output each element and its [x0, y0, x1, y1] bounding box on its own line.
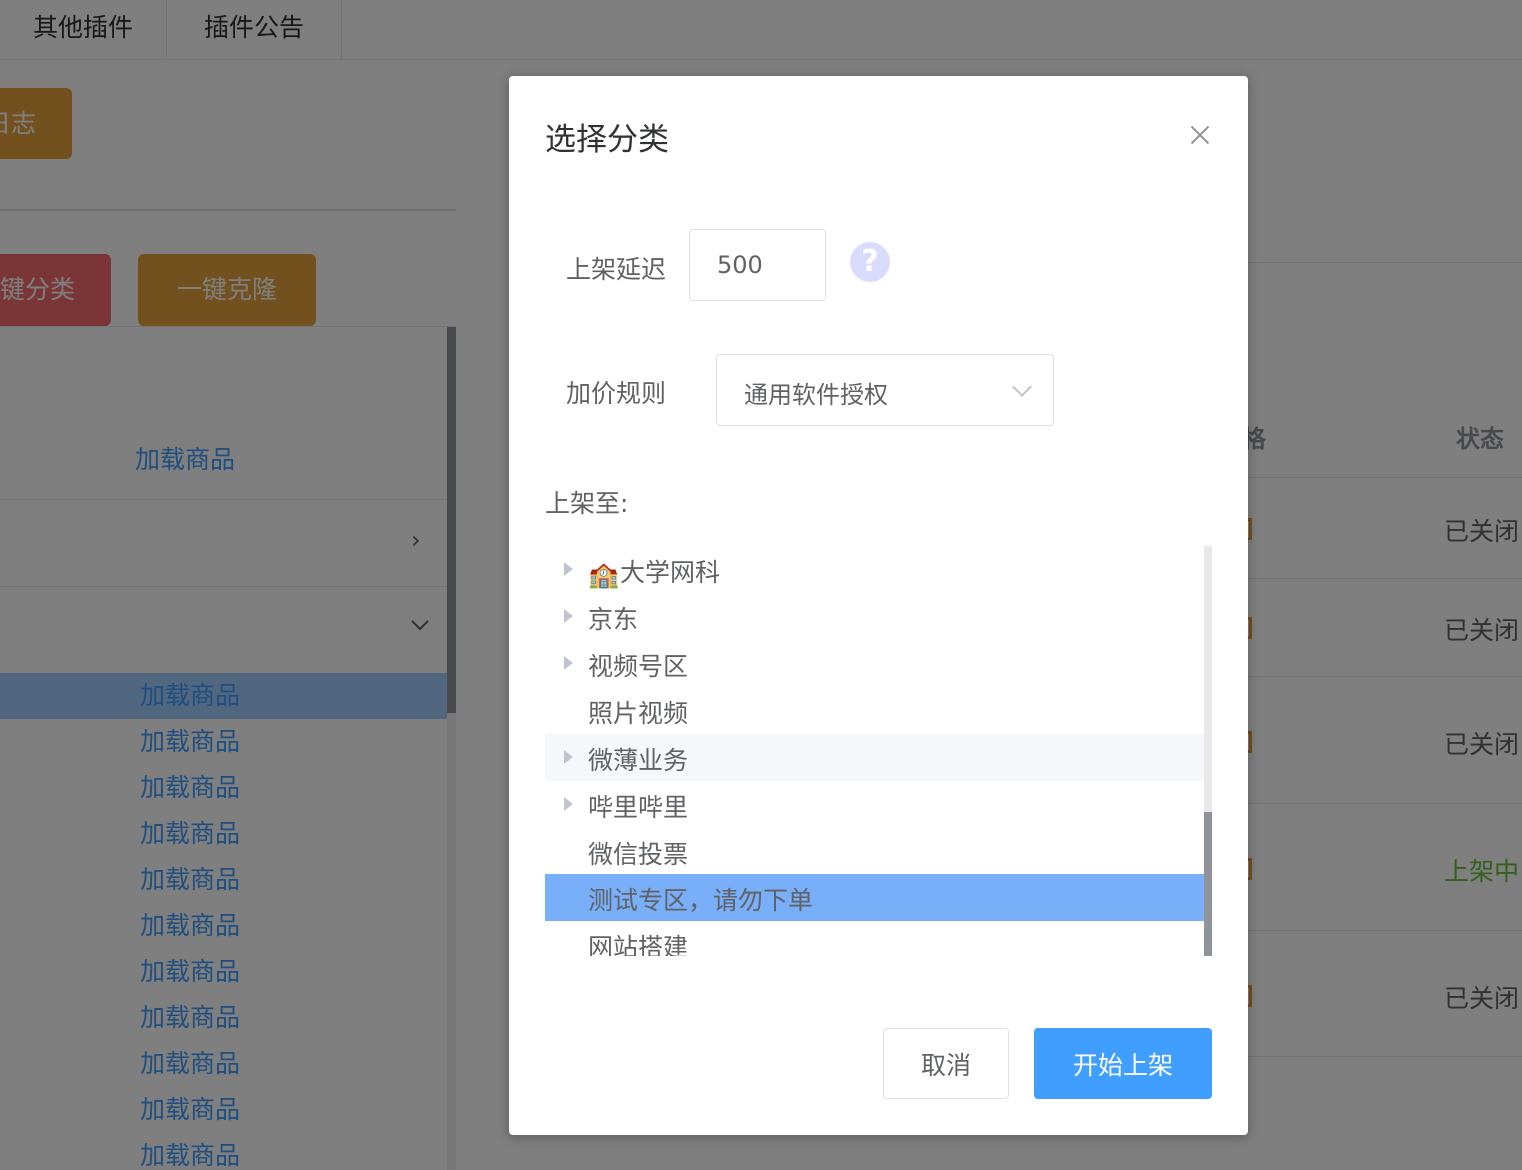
- tree-node[interactable]: 哔里哔里: [545, 781, 1204, 828]
- category-tree: 🏫大学网科 京东 视频号区 照片视频 微薄业务 哔里哔里 微信投票 测试专区，请…: [545, 546, 1212, 956]
- tree-node-label: 微信投票: [588, 840, 689, 869]
- caret-right-icon[interactable]: [564, 656, 573, 670]
- tree-node-label: 网站搭建: [588, 933, 689, 956]
- tree-node[interactable]: 🏫大学网科: [545, 546, 1204, 593]
- dialog-title: 选择分类: [545, 122, 669, 158]
- target-label: 上架至:: [545, 489, 629, 518]
- caret-right-icon[interactable]: [564, 562, 573, 576]
- select-category-dialog: 选择分类 上架延迟 ? 加价规则 通用软件授权 上架至: 🏫大学网科 京东 视频…: [509, 76, 1248, 1135]
- caret-right-icon[interactable]: [564, 750, 573, 764]
- markup-rule-select[interactable]: 通用软件授权: [716, 354, 1054, 426]
- tree-node[interactable]: 网站搭建: [545, 921, 1204, 956]
- tree-node-label: 大学网科: [620, 558, 721, 587]
- question-icon[interactable]: ?: [850, 242, 890, 282]
- caret-right-icon[interactable]: [564, 797, 573, 811]
- tree-scrollbar-thumb[interactable]: [1204, 812, 1212, 956]
- tree-node-label: 微薄业务: [588, 746, 689, 775]
- tree-node-label: 测试专区，请勿下单: [588, 886, 814, 915]
- cancel-button[interactable]: 取消: [883, 1028, 1009, 1099]
- tree-node-selected[interactable]: 测试专区，请勿下单: [545, 874, 1204, 921]
- markup-rule-value: 通用软件授权: [744, 381, 888, 409]
- caret-right-icon[interactable]: [564, 609, 573, 623]
- school-icon: 🏫: [588, 560, 620, 589]
- markup-rule-label: 加价规则: [566, 379, 667, 408]
- delay-input[interactable]: [689, 229, 826, 301]
- tree-node[interactable]: 微薄业务: [545, 734, 1204, 781]
- tree-node[interactable]: 微信投票: [545, 828, 1204, 875]
- tree-node-label: 照片视频: [588, 699, 689, 728]
- tree-node[interactable]: 照片视频: [545, 687, 1204, 734]
- tree-node[interactable]: 京东: [545, 593, 1204, 640]
- tree-node-label: 哔里哔里: [588, 793, 689, 822]
- delay-label: 上架延迟: [566, 255, 667, 284]
- start-listing-button[interactable]: 开始上架: [1034, 1028, 1212, 1099]
- chevron-down-icon: [1012, 377, 1032, 397]
- tree-node-label: 视频号区: [588, 652, 689, 681]
- tree-node[interactable]: 视频号区: [545, 640, 1204, 687]
- tree-node-label: 京东: [588, 605, 639, 634]
- close-icon[interactable]: [1185, 120, 1215, 150]
